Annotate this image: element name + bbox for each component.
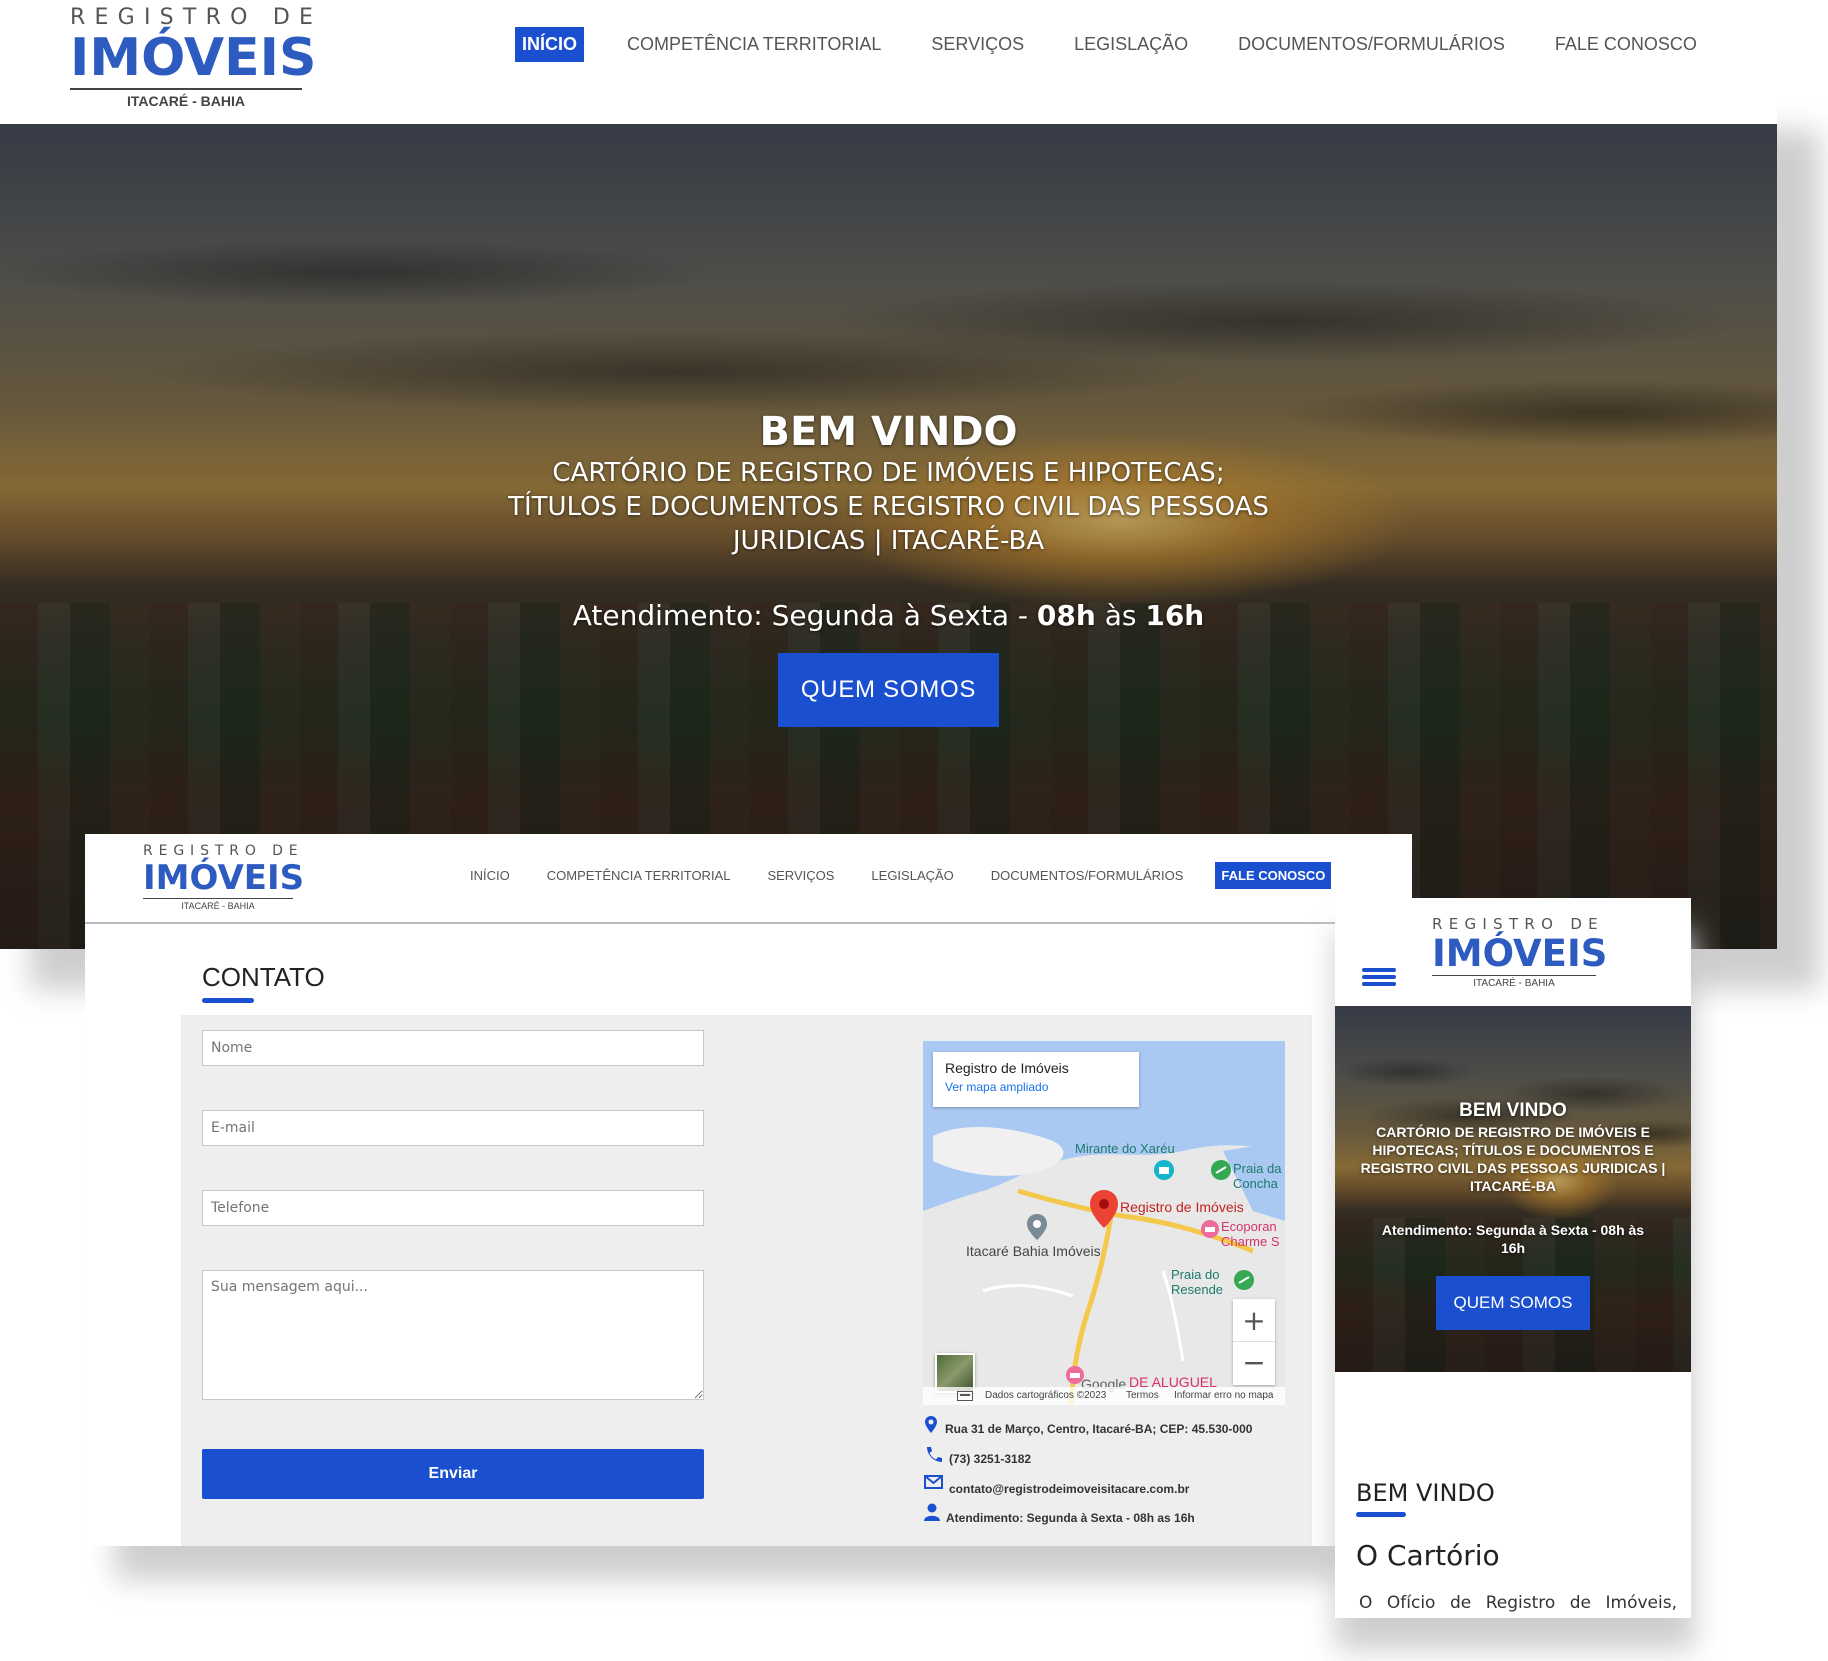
main-nav: INÍCIO COMPETÊNCIA TERRITORIAL SERVIÇOS …: [470, 862, 1332, 889]
logo-line3: ITACARÉ - BAHIA: [181, 901, 255, 911]
hero-subtitle-3: JURIDICAS | ITACARÉ-BA: [732, 526, 1045, 556]
logo-line2: IMÓVEIS: [70, 28, 317, 88]
nav-item-fale-conosco[interactable]: FALE CONOSCO: [1215, 862, 1332, 889]
email-icon: [924, 1475, 943, 1489]
phone-icon: [927, 1447, 942, 1462]
hero-hours-line2: 16h: [1500, 1240, 1526, 1256]
realestate-pin-icon[interactable]: [1026, 1213, 1048, 1241]
hero-subtitle-2: TÍTULOS E DOCUMENTOS E REGISTRO CIVIL DA…: [508, 492, 1269, 522]
hero-subtitle-1: CARTÓRIO DE REGISTRO DE IMÓVEIS E: [1376, 1124, 1650, 1140]
contact-panel: Enviar Registro de Imóveis Ver mapa ampl…: [181, 1015, 1312, 1546]
contact-hours: Atendimento: Segunda à Sexta - 08h as 16…: [946, 1511, 1195, 1525]
quem-somos-button[interactable]: QUEM SOMOS: [778, 653, 999, 727]
map-place-name: Registro de Imóveis: [945, 1060, 1069, 1076]
about-text: O Ofício de Registro de Imóveis,: [1359, 1593, 1677, 1613]
nav-item-documentos[interactable]: DOCUMENTOS/FORMULÁRIOS: [991, 868, 1184, 883]
hamburger-menu-icon[interactable]: [1362, 968, 1396, 986]
logo-divider: [143, 898, 293, 899]
nav-item-inicio[interactable]: INÍCIO: [470, 868, 510, 883]
main-nav: INÍCIO COMPETÊNCIA TERRITORIAL SERVIÇOS …: [515, 27, 1697, 62]
logo-line1: REGISTRO DE: [143, 843, 304, 859]
hero-subtitle-1: CARTÓRIO DE REGISTRO DE IMÓVEIS E HIPOTE…: [552, 458, 1225, 488]
map-report-link[interactable]: Informar erro no mapa: [1174, 1390, 1274, 1401]
map-label-registro: Registro de Imóveis: [1120, 1199, 1244, 1215]
hero-banner: BEM VINDO CARTÓRIO DE REGISTRO DE IMÓVEI…: [0, 124, 1777, 949]
map-label-ecoporan-2: Charme S: [1221, 1234, 1280, 1249]
map-place-card: Registro de Imóveis Ver mapa ampliado: [933, 1052, 1139, 1107]
logo-line2: IMÓVEIS: [143, 858, 305, 898]
user-icon: [924, 1503, 940, 1521]
camera-pin-icon[interactable]: [1153, 1159, 1175, 1181]
name-field[interactable]: [202, 1030, 704, 1066]
map-footer: Dados cartográficos ©2023 Termos Informa…: [923, 1387, 1285, 1405]
mobile-hero-banner: BEM VINDO CARTÓRIO DE REGISTRO DE IMÓVEI…: [1335, 1006, 1691, 1372]
map-label-itacare-bahia: Itacaré Bahia Imóveis: [966, 1243, 1101, 1259]
contact-phone: (73) 3251-3182: [949, 1452, 1032, 1466]
contact-title: CONTATO: [202, 962, 325, 992]
contact-title-underline: [202, 998, 254, 1003]
mobile-screenshot: REGISTRO DE IMÓVEIS ITACARÉ - BAHIA BEM …: [1335, 898, 1691, 1618]
location-pin-icon: [925, 1416, 937, 1433]
larger-map-link[interactable]: Ver mapa ampliado: [945, 1080, 1127, 1094]
phone-field[interactable]: [202, 1190, 704, 1226]
nav-item-servicos[interactable]: SERVIÇOS: [767, 868, 834, 883]
submit-button[interactable]: Enviar: [202, 1449, 704, 1499]
message-field[interactable]: [202, 1270, 704, 1400]
hero-subtitle-4: ITACARÉ-BA: [1469, 1178, 1557, 1194]
nav-item-inicio[interactable]: INÍCIO: [515, 27, 585, 62]
desktop-contact-screenshot: REGISTRO DE IMÓVEIS ITACARÉ - BAHIA INÍC…: [85, 834, 1412, 1546]
logo-line1: REGISTRO DE: [70, 5, 323, 30]
contact-address: Rua 31 de Março, Centro, Itacaré-BA; CEP…: [945, 1422, 1253, 1436]
logo-divider: [70, 88, 302, 90]
hero-subtitle-2: HIPOTECAS; TÍTULOS E DOCUMENTOS E: [1372, 1142, 1654, 1158]
about-heading-underline: [1356, 1512, 1406, 1517]
nav-item-competencia[interactable]: COMPETÊNCIA TERRITORIAL: [627, 34, 881, 55]
logo-line1: REGISTRO DE: [1432, 915, 1604, 933]
map-label-ecoporan-1: Ecoporan: [1221, 1219, 1277, 1234]
beach-pin-icon[interactable]: [1233, 1269, 1255, 1291]
beach-pin-icon[interactable]: [1210, 1159, 1232, 1181]
email-field[interactable]: [202, 1110, 704, 1146]
map-label-praia-concha-2: Concha: [1233, 1176, 1278, 1191]
hotel-pin-icon[interactable]: [1200, 1219, 1220, 1239]
registro-pin-icon[interactable]: [1089, 1189, 1119, 1229]
nav-item-legislacao[interactable]: LEGISLAÇÃO: [1074, 34, 1188, 55]
hero-hours-line1: Atendimento: Segunda à Sexta - 08h às: [1381, 1222, 1645, 1238]
hotel-pin-icon[interactable]: [1065, 1365, 1085, 1385]
contact-email[interactable]: contato@registrodeimoveisitacare.com.br: [949, 1482, 1189, 1496]
location-map[interactable]: Registro de Imóveis Ver mapa ampliado Mi…: [923, 1041, 1285, 1405]
logo[interactable]: REGISTRO DE IMÓVEIS ITACARÉ - BAHIA: [1432, 915, 1608, 989]
logo-line3: ITACARÉ - BAHIA: [1473, 978, 1555, 989]
zoom-out-button[interactable]: −: [1233, 1342, 1275, 1384]
map-label-praia-concha-1: Praia da: [1233, 1161, 1282, 1176]
quem-somos-button[interactable]: QUEM SOMOS: [1436, 1276, 1590, 1330]
logo-small[interactable]: REGISTRO DE IMÓVEIS ITACARÉ - BAHIA: [143, 843, 305, 911]
hero-title: BEM VINDO: [1459, 1100, 1567, 1121]
zoom-controls: + −: [1233, 1299, 1275, 1385]
nav-item-legislacao[interactable]: LEGISLAÇÃO: [871, 868, 953, 883]
logo-line2: IMÓVEIS: [1432, 932, 1608, 975]
zoom-in-button[interactable]: +: [1233, 1299, 1275, 1342]
map-data-credit: Dados cartográficos ©2023: [985, 1390, 1107, 1401]
nav-item-fale-conosco[interactable]: FALE CONOSCO: [1555, 34, 1697, 55]
desktop-home-screenshot: REGISTRO DE IMÓVEIS ITACARÉ - BAHIA INÍC…: [0, 0, 1777, 949]
about-title: O Cartório: [1356, 1539, 1500, 1572]
map-label-praia-resende-1: Praia do: [1171, 1267, 1220, 1282]
hero-title: BEM VINDO: [759, 409, 1018, 455]
map-terms-link[interactable]: Termos: [1126, 1390, 1159, 1401]
hero-hours: Atendimento: Segunda à Sexta - 08h às 16…: [572, 599, 1205, 632]
map-label-mirante: Mirante do Xaréu: [1075, 1141, 1175, 1156]
hero-subtitle-3: REGISTRO CIVIL DAS PESSOAS JURIDICAS |: [1360, 1160, 1666, 1176]
logo-divider: [1432, 975, 1596, 976]
nav-item-competencia[interactable]: COMPETÊNCIA TERRITORIAL: [547, 868, 731, 883]
keyboard-icon[interactable]: [957, 1391, 973, 1401]
nav-item-servicos[interactable]: SERVIÇOS: [931, 34, 1024, 55]
about-heading: BEM VINDO: [1356, 1479, 1495, 1507]
logo[interactable]: REGISTRO DE IMÓVEIS ITACARÉ - BAHIA: [70, 5, 323, 109]
logo-line3: ITACARÉ - BAHIA: [127, 93, 245, 109]
nav-item-documentos[interactable]: DOCUMENTOS/FORMULÁRIOS: [1238, 34, 1505, 55]
map-label-praia-resende-2: Resende: [1171, 1282, 1224, 1297]
